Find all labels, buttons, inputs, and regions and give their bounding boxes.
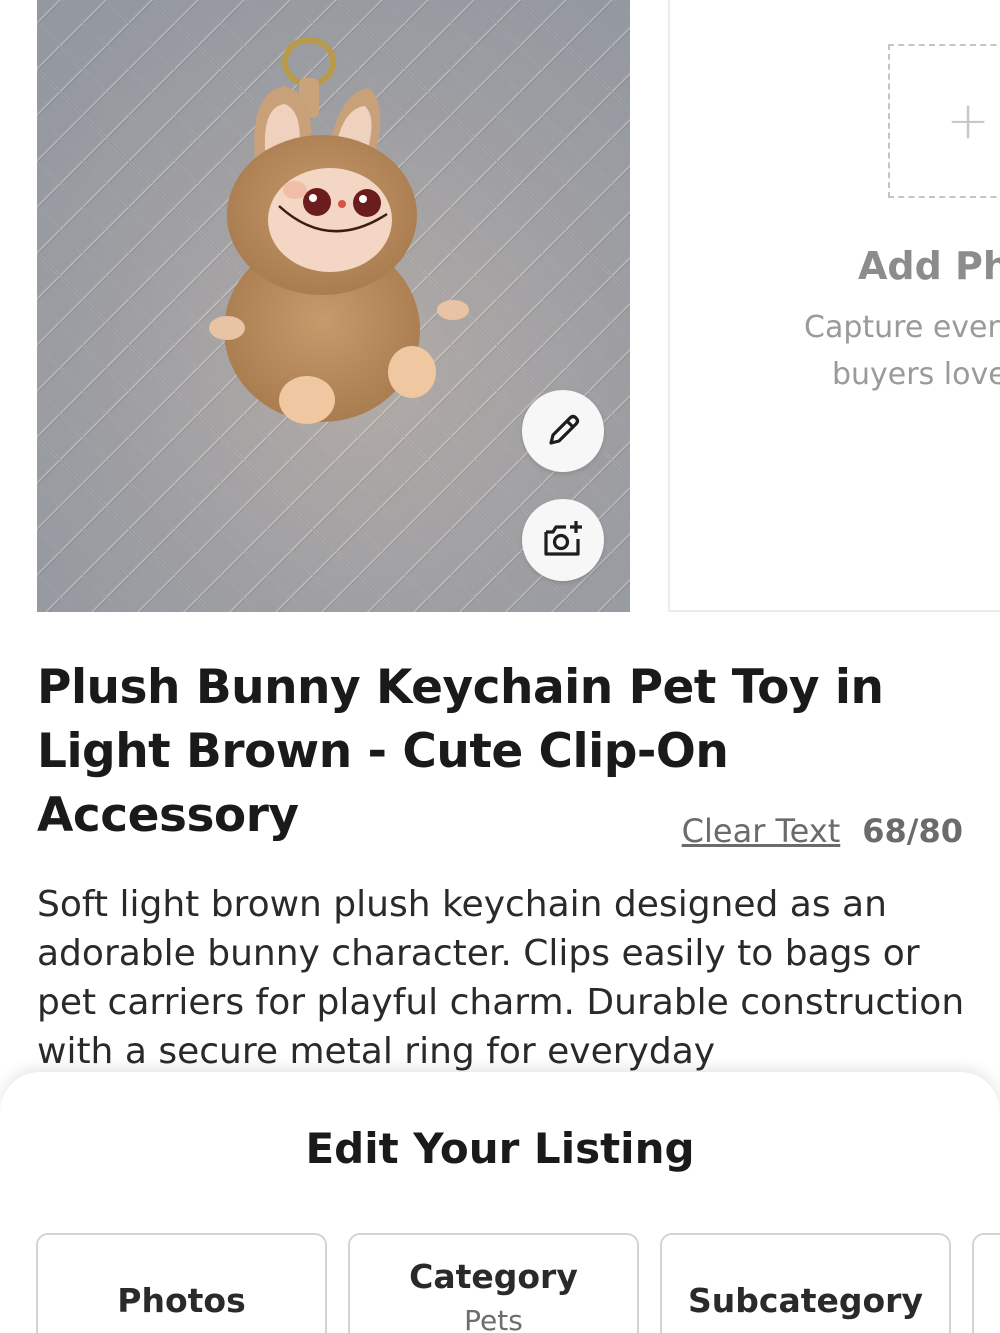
camera-plus-icon [544, 521, 582, 556]
add-photo-subtitle-line: buyers love [832, 357, 1000, 392]
edit-photo-button[interactable] [522, 390, 604, 472]
plus-icon: + [946, 91, 990, 151]
tab-subcategory[interactable]: Subcategory [660, 1233, 951, 1333]
listing-description[interactable]: Soft light brown plush keychain designed… [37, 880, 972, 1076]
sheet-title: Edit Your Listing [305, 1124, 695, 1173]
add-photo-title: Add Pho [858, 244, 1000, 288]
tab-category[interactable]: Category Pets [348, 1233, 639, 1333]
title-controls: Clear Text 68/80 [682, 812, 963, 850]
tab-value: Pets [464, 1304, 523, 1333]
add-photo-placeholder[interactable]: + [888, 44, 1000, 198]
tab-photos[interactable]: Photos [36, 1233, 327, 1333]
character-count: 68/80 [862, 812, 963, 850]
add-photo-subtitle-line: Capture every [804, 310, 1000, 345]
listing-photo[interactable] [37, 0, 630, 612]
pencil-icon [549, 414, 580, 445]
clear-text-link[interactable]: Clear Text [682, 812, 841, 850]
edit-listing-page: + Add Pho Capture every buyers love Plus… [0, 0, 1000, 1333]
edit-listing-sheet: Edit Your Listing Photos Category Pets S… [0, 1072, 1000, 1333]
tab-label: Photos [117, 1281, 246, 1320]
add-photo-button[interactable] [522, 499, 604, 581]
tab-next[interactable] [972, 1233, 1000, 1333]
tab-label: Category [409, 1257, 578, 1296]
add-photo-card[interactable]: + Add Pho Capture every buyers love [668, 0, 1000, 612]
tab-label: Subcategory [688, 1281, 923, 1320]
add-photo-subtitle: Capture every buyers love [804, 304, 1000, 398]
